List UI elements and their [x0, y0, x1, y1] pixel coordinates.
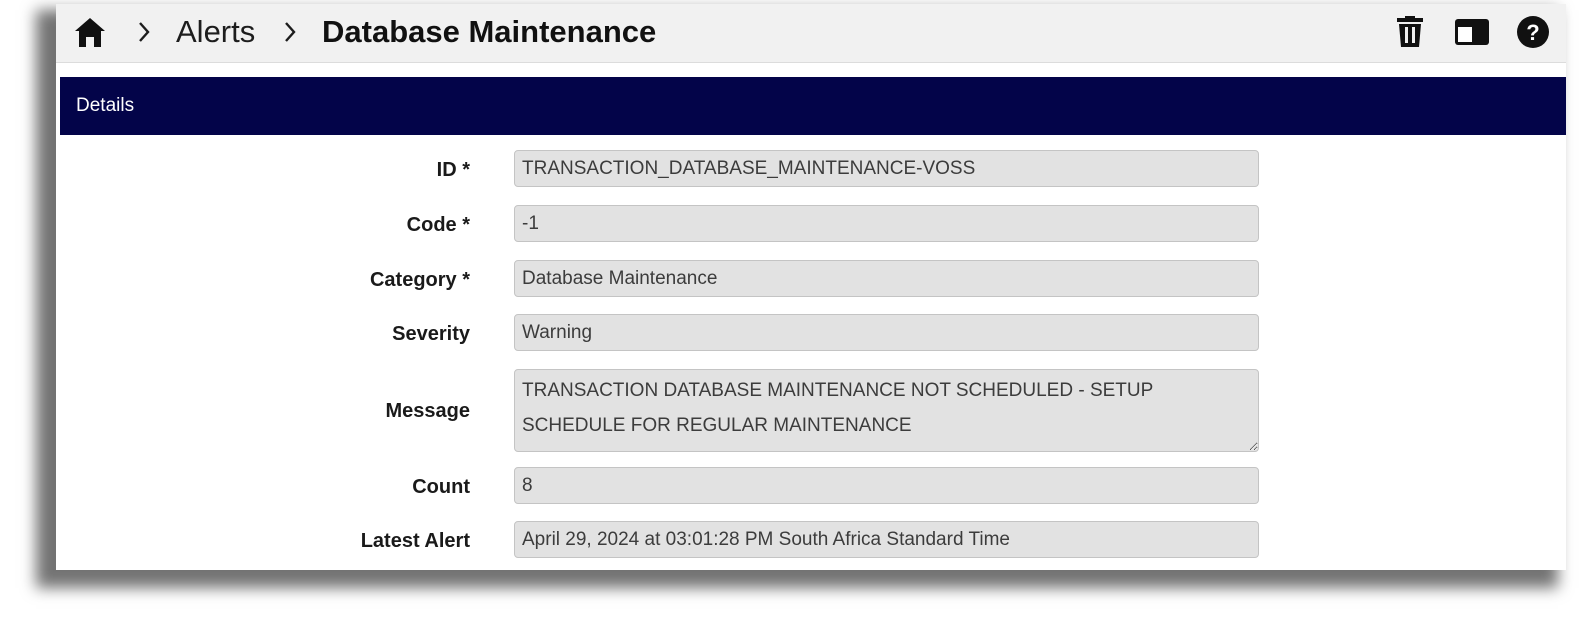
category-field[interactable] — [514, 260, 1259, 297]
code-field[interactable] — [514, 205, 1259, 242]
section-title: Details — [76, 95, 135, 116]
id-field[interactable] — [514, 150, 1259, 187]
layout-toggle-button[interactable] — [1454, 14, 1490, 50]
chevron-right-icon — [280, 18, 300, 46]
page-title: Database Maintenance — [322, 14, 657, 49]
count-field[interactable] — [514, 467, 1259, 504]
trash-icon — [1397, 16, 1423, 47]
severity-field[interactable] — [514, 314, 1259, 351]
help-button[interactable]: ? — [1515, 14, 1551, 50]
latest-alert-field[interactable] — [514, 521, 1259, 558]
breadcrumb-alerts-link[interactable]: Alerts — [176, 14, 255, 50]
severity-label: Severity — [392, 323, 470, 345]
help-icon: ? — [1517, 16, 1549, 48]
home-button[interactable] — [72, 14, 108, 50]
id-label: ID * — [436, 159, 470, 181]
message-textarea[interactable]: TRANSACTION DATABASE MAINTENANCE NOT SCH… — [514, 369, 1259, 452]
code-label: Code * — [406, 214, 470, 236]
details-section-header: Details — [60, 77, 1566, 135]
svg-text:?: ? — [1526, 20, 1539, 45]
delete-button[interactable] — [1392, 14, 1428, 50]
latest-alert-label: Latest Alert — [360, 530, 470, 552]
top-bar: Alerts Database Maintenance ? — [56, 4, 1566, 63]
count-label: Count — [412, 476, 470, 498]
chevron-right-icon — [134, 18, 154, 46]
category-label: Category * — [369, 269, 470, 291]
home-icon — [75, 18, 105, 47]
alert-detail-window: Alerts Database Maintenance ? Details ID… — [56, 4, 1566, 570]
message-label: Message — [385, 400, 471, 422]
panel-toggle-icon — [1455, 19, 1489, 45]
